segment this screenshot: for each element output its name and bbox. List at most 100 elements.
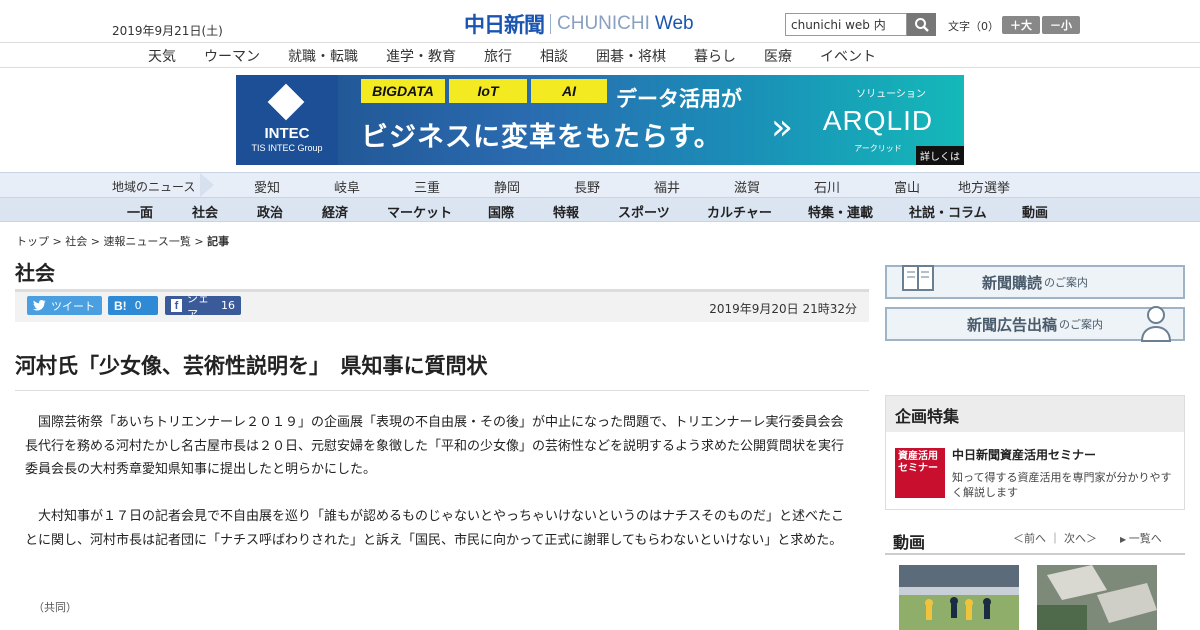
section-front[interactable]: 一面 xyxy=(127,202,153,221)
breadcrumb-separator: > xyxy=(190,235,208,248)
region-aichi[interactable]: 愛知 xyxy=(254,177,280,196)
region-nagano[interactable]: 長野 xyxy=(574,177,600,196)
banner-tag-ai: AI xyxy=(531,79,607,103)
banner-company: INTEC xyxy=(264,125,310,142)
article-credit: （共同） xyxy=(33,601,77,614)
section-politics[interactable]: 政治 xyxy=(257,202,283,221)
intec-logo-icon xyxy=(267,83,305,121)
search-button[interactable] xyxy=(907,13,936,36)
advertise-sub: のご案内 xyxy=(1059,318,1103,331)
tweet-button[interactable]: ツイート xyxy=(27,296,102,315)
hatena-bookmark-button[interactable]: B! 0 xyxy=(108,296,158,315)
current-date: 2019年9月21日(土) xyxy=(112,24,223,38)
logo-web: Web xyxy=(654,13,694,34)
video-thumbnail-aerial[interactable] xyxy=(1037,565,1157,630)
category-woman[interactable]: ウーマン xyxy=(204,46,260,66)
region-gifu[interactable]: 岐阜 xyxy=(334,177,360,196)
banner-company-logo: INTEC TIS INTEC Group xyxy=(236,75,338,165)
logo-kanji: 中日新聞 xyxy=(464,12,545,37)
feature-description: 知って得する資産活用を専門家が分かりやすく解説します xyxy=(952,471,1172,499)
font-size-label: 文字（0） xyxy=(948,20,999,33)
facebook-share-button[interactable]: f シェア 16 xyxy=(165,292,241,321)
section-editorials[interactable]: 社説・コラム xyxy=(909,202,987,221)
video-next-link[interactable]: 次へ＞ xyxy=(1064,532,1097,545)
region-toyama[interactable]: 富山 xyxy=(894,177,920,196)
banner-more-link[interactable]: 詳しくは xyxy=(916,146,964,165)
breadcrumb: トップ > 社会 > 速報ニュース一覧 > 記事 xyxy=(16,233,229,249)
hatena-icon: B! xyxy=(114,298,127,313)
article-paragraph-1: 国際芸術祭「あいちトリエンナーレ２０１９」の企画展「表現の不自由展・その後」が中… xyxy=(25,415,845,477)
regional-nav-label: 地域のニュース xyxy=(112,180,196,194)
region-mie[interactable]: 三重 xyxy=(414,177,440,196)
video-prev-link[interactable]: ＜前へ xyxy=(1013,532,1046,545)
breadcrumb-top[interactable]: トップ xyxy=(16,235,49,248)
book-icon xyxy=(902,265,934,291)
breadcrumb-society[interactable]: 社会 xyxy=(65,235,87,248)
category-education[interactable]: 進学・教育 xyxy=(386,46,456,66)
region-shiga[interactable]: 滋賀 xyxy=(734,177,760,196)
site-logo[interactable]: 中日新聞 CHUNICHI Web xyxy=(464,9,694,39)
advertise-title: 新聞広告出稿 xyxy=(966,315,1057,334)
subscribe-sub: のご案内 xyxy=(1044,276,1088,289)
tweet-label: ツイート xyxy=(51,299,95,313)
font-smaller-button[interactable]: －小 xyxy=(1042,16,1080,34)
published-date: 2019年9月20日 21時32分 xyxy=(709,302,857,316)
banner-product: ARQLID xyxy=(822,105,934,136)
regional-nav-arrow xyxy=(200,173,214,197)
region-shizuoka[interactable]: 静岡 xyxy=(494,177,520,196)
category-medical[interactable]: 医療 xyxy=(764,46,792,66)
category-travel[interactable]: 旅行 xyxy=(484,46,512,66)
breadcrumb-separator: > xyxy=(49,235,66,248)
banner-solution: ソリューション xyxy=(856,89,926,100)
region-ishikawa[interactable]: 石川 xyxy=(814,177,840,196)
region-fukui[interactable]: 福井 xyxy=(654,177,680,196)
category-weather[interactable]: 天気 xyxy=(148,46,176,66)
logo-separator xyxy=(550,14,551,34)
regional-nav: 地域のニュース 愛知 岐阜 三重 静岡 長野 福井 滋賀 石川 富山 地方選挙 xyxy=(0,172,1200,197)
font-larger-button[interactable]: ＋大 xyxy=(1002,16,1040,34)
logo-latin: CHUNICHI xyxy=(557,13,650,34)
video-list-label: 一覧へ xyxy=(1128,532,1162,545)
category-consult[interactable]: 相談 xyxy=(540,46,568,66)
facebook-icon: f xyxy=(171,299,183,312)
category-living[interactable]: 暮らし xyxy=(694,46,736,66)
section-features[interactable]: 特集・連載 xyxy=(808,202,873,221)
section-international[interactable]: 国際 xyxy=(488,202,514,221)
section-video[interactable]: 動画 xyxy=(1022,202,1048,221)
feature-title[interactable]: 中日新聞資産活用セミナー xyxy=(952,446,1096,463)
search-input[interactable] xyxy=(785,13,907,36)
category-events[interactable]: イベント xyxy=(820,46,876,66)
section-culture[interactable]: カルチャー xyxy=(707,202,772,221)
person-icon xyxy=(1140,306,1172,342)
ad-banner[interactable]: INTEC TIS INTEC Group BIGDATA IoT AI データ… xyxy=(236,75,964,165)
twitter-bird-icon xyxy=(33,300,46,311)
advertise-button[interactable]: 新聞広告出稿 のご案内 xyxy=(885,306,1185,342)
video-pager: ＜前へ ｜ 次へ＞ xyxy=(1013,530,1097,546)
section-society[interactable]: 社会 xyxy=(192,202,218,221)
banner-tag-iot: IoT xyxy=(449,79,527,103)
section-market[interactable]: マーケット xyxy=(387,202,452,221)
video-divider xyxy=(885,553,1185,555)
share-bar: ツイート B! 0 f シェア 16 2019年9月20日 21時32分 xyxy=(15,289,869,322)
category-nav: 天気 ウーマン 就職・転職 進学・教育 旅行 相談 囲碁・将棋 暮らし 医療 イ… xyxy=(0,42,1200,68)
site-header: 2019年9月21日(土) 中日新聞 CHUNICHI Web 文字（0） ＋大… xyxy=(0,0,1200,42)
headline-divider xyxy=(15,390,869,391)
hatena-count: 0 xyxy=(134,299,142,312)
banner-headline-2: ビジネスに変革をもたらす。 xyxy=(361,122,722,153)
video-thumbnail-rugby[interactable] xyxy=(899,565,1019,630)
banner-headline-1: データ活用が xyxy=(616,87,742,111)
video-list-link[interactable]: ▶ 一覧へ xyxy=(1120,530,1162,546)
section-economy[interactable]: 経済 xyxy=(322,202,348,221)
search-icon xyxy=(914,17,929,32)
breadcrumb-news-list[interactable]: 速報ニュース一覧 xyxy=(103,235,190,248)
region-local-elections[interactable]: 地方選挙 xyxy=(958,177,1010,196)
section-special-report[interactable]: 特報 xyxy=(553,202,579,221)
feature-thumbnail[interactable]: 資産活用セミナー xyxy=(895,448,945,498)
category-jobs[interactable]: 就職・転職 xyxy=(288,46,358,66)
subscribe-button[interactable]: 新聞購読 のご案内 xyxy=(885,265,1185,299)
facebook-share-count: 16 xyxy=(221,299,235,312)
section-sports[interactable]: スポーツ xyxy=(618,202,670,221)
category-go-shogi[interactable]: 囲碁・将棋 xyxy=(596,46,666,66)
article-paragraph-2: 大村知事が１７日の記者会見で不自由展を巡り「誰もが認めるものじゃないとやっちゃい… xyxy=(25,509,845,548)
article-headline: 河村氏「少女像、芸術性説明を」 県知事に質問状 xyxy=(15,354,488,378)
